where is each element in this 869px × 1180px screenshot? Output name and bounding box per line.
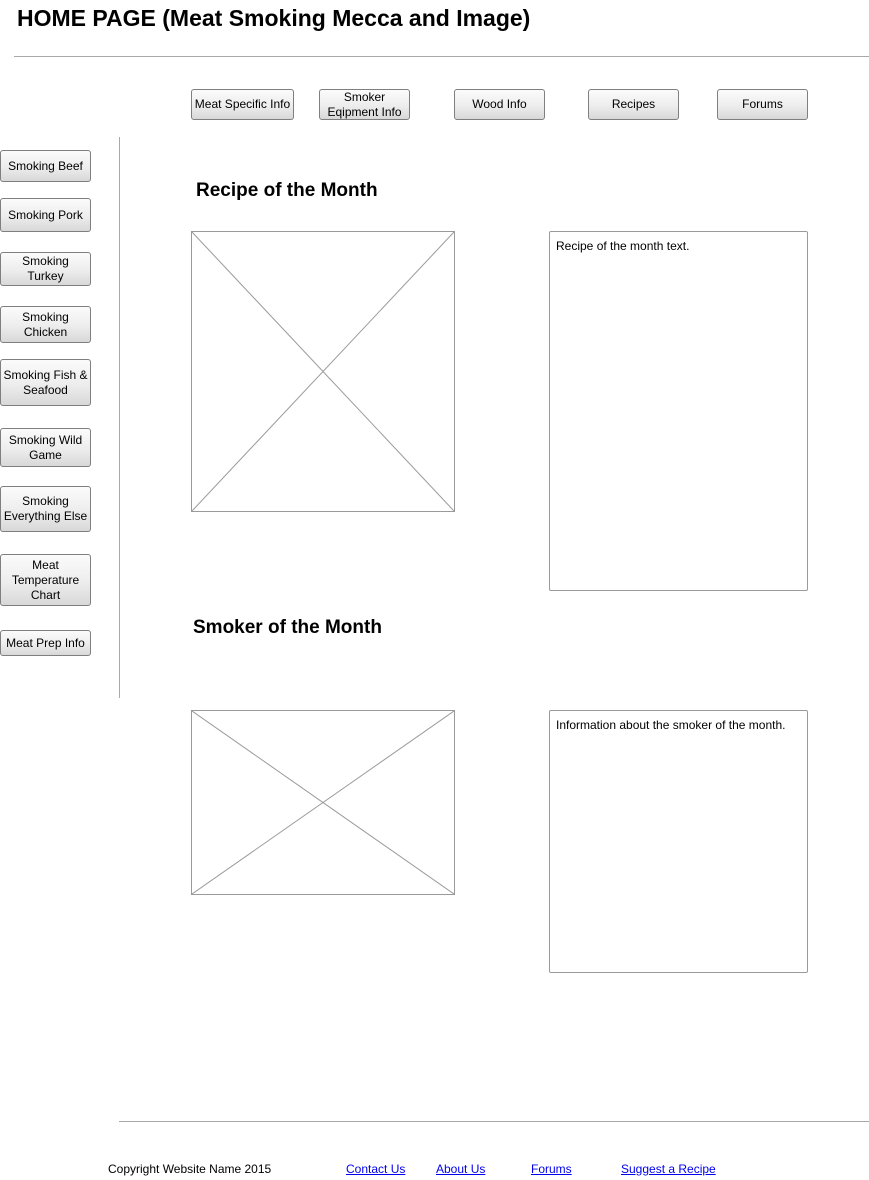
copyright-text: Copyright Website Name 2015 <box>108 1162 272 1176</box>
sidebar-item-smoking-chicken[interactable]: Smoking Chicken <box>0 306 91 343</box>
sidebar-item-smoking-everything-else[interactable]: Smoking Everything Else <box>0 486 91 532</box>
image-placeholder-icon <box>192 232 454 511</box>
sidebar-item-smoking-beef[interactable]: Smoking Beef <box>0 150 91 182</box>
sidebar-item-smoking-pork[interactable]: Smoking Pork <box>0 198 91 232</box>
footer-link-suggest-a-recipe[interactable]: Suggest a Recipe <box>621 1162 716 1176</box>
smoker-of-month-title: Smoker of the Month <box>193 617 382 638</box>
footer-link-about-us[interactable]: About Us <box>436 1162 485 1176</box>
page-title: HOME PAGE (Meat Smoking Mecca and Image) <box>17 5 531 31</box>
nav-wood-info-button[interactable]: Wood Info <box>454 89 545 120</box>
header-divider <box>14 56 869 57</box>
smoker-text-box: Information about the smoker of the mont… <box>549 710 808 973</box>
nav-forums-button[interactable]: Forums <box>717 89 808 120</box>
sidebar-item-meat-temperature-chart[interactable]: Meat Temperature Chart <box>0 554 91 606</box>
recipe-text: Recipe of the month text. <box>556 239 690 253</box>
nav-smoker-equipment-info-button[interactable]: Smoker Eqipment Info <box>319 89 410 120</box>
sidebar-item-smoking-turkey[interactable]: Smoking Turkey <box>0 252 91 286</box>
nav-recipes-button[interactable]: Recipes <box>588 89 679 120</box>
footer-link-contact-us[interactable]: Contact Us <box>346 1162 405 1176</box>
smoker-image-placeholder <box>191 710 455 895</box>
sidebar-item-smoking-wild-game[interactable]: Smoking Wild Game <box>0 428 91 467</box>
smoker-text: Information about the smoker of the mont… <box>556 718 786 732</box>
sidebar-item-meat-prep-info[interactable]: Meat Prep Info <box>0 630 91 656</box>
footer-link-forums[interactable]: Forums <box>531 1162 572 1176</box>
nav-meat-specific-info-button[interactable]: Meat Specific Info <box>191 89 294 120</box>
sidebar-item-smoking-fish-seafood[interactable]: Smoking Fish & Seafood <box>0 359 91 406</box>
recipe-image-placeholder <box>191 231 455 512</box>
footer-divider <box>119 1121 869 1122</box>
recipe-of-month-title: Recipe of the Month <box>196 180 378 201</box>
recipe-text-box: Recipe of the month text. <box>549 231 808 591</box>
image-placeholder-icon <box>192 711 454 894</box>
sidebar-divider <box>119 137 120 698</box>
